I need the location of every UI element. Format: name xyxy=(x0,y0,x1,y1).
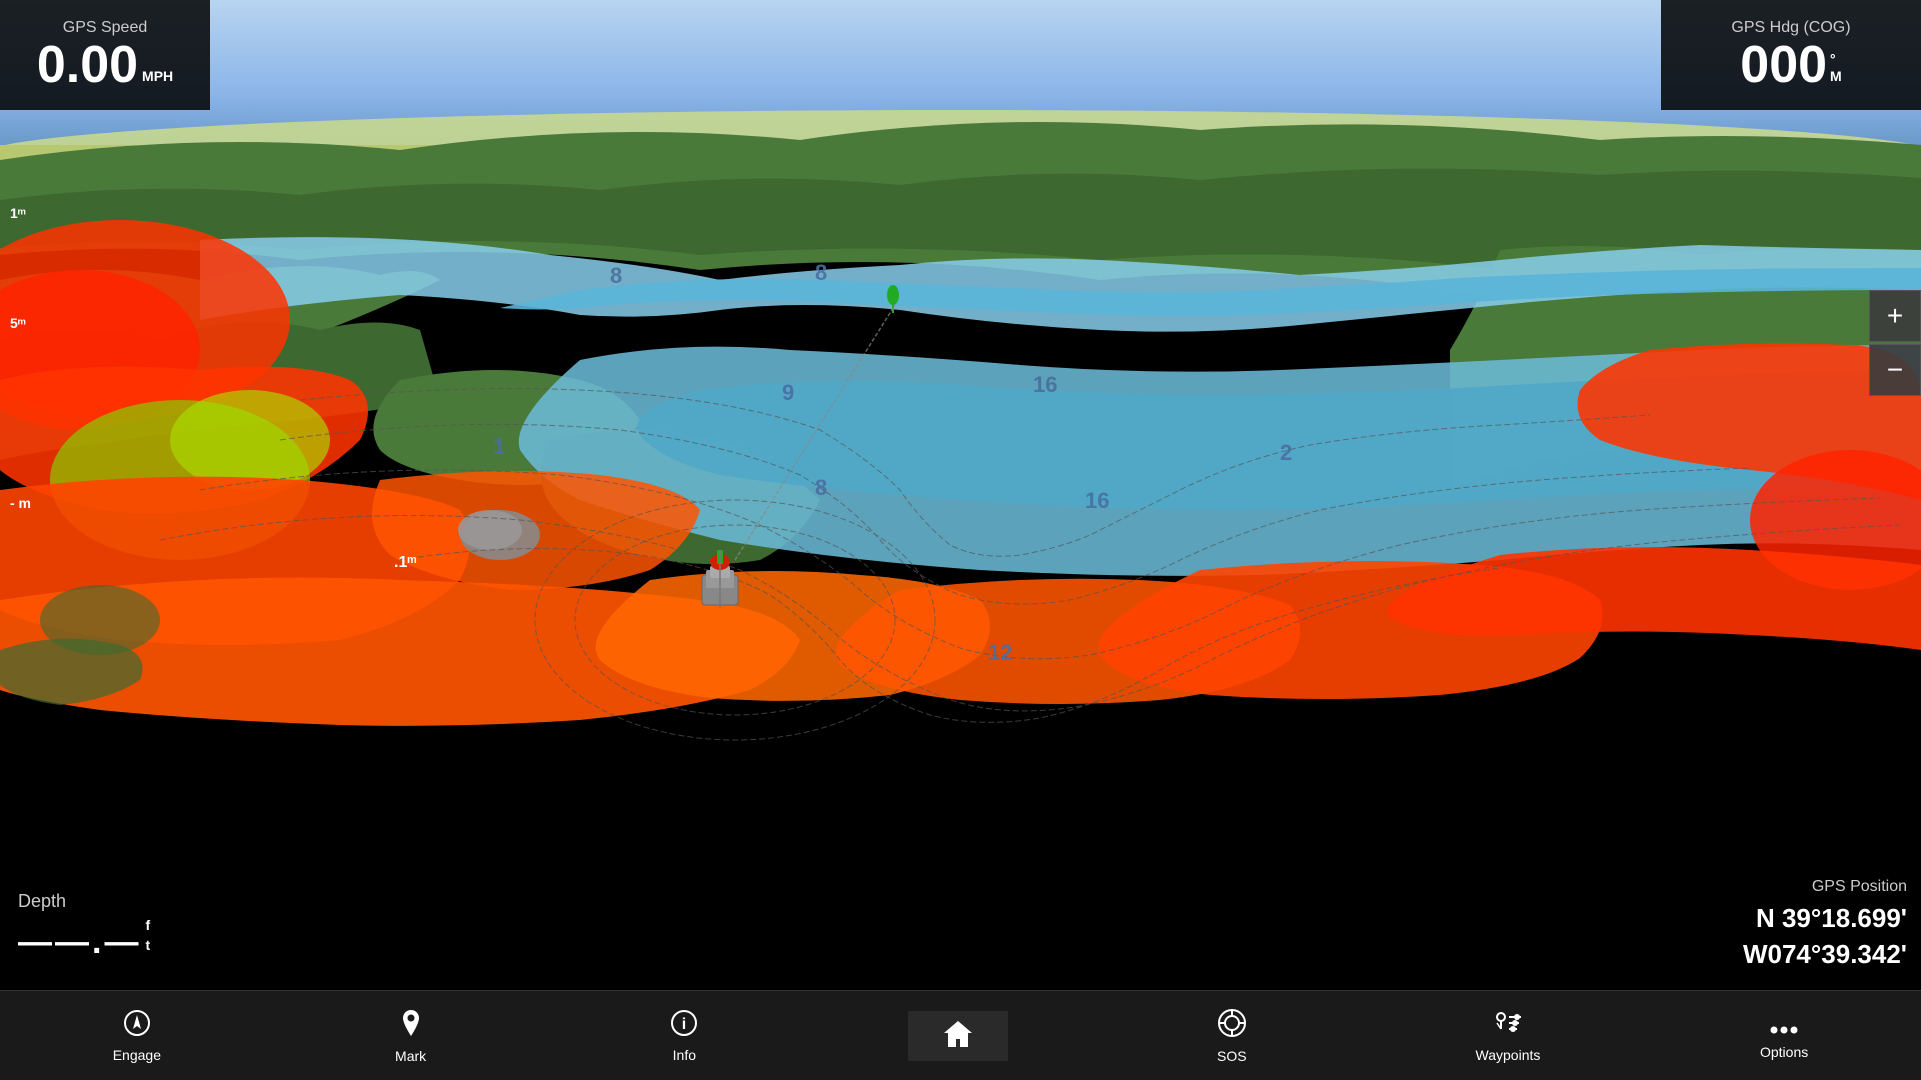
nav-waypoints[interactable]: Waypoints xyxy=(1456,1001,1561,1071)
gps-hdg-unit: ° M xyxy=(1830,51,1842,85)
gps-speed-unit: MPH xyxy=(142,68,173,85)
svg-text:1: 1 xyxy=(493,434,505,459)
zoom-out-button[interactable]: − xyxy=(1869,344,1921,396)
svg-text:1ᵐ: 1ᵐ xyxy=(10,205,26,221)
nav-home[interactable] xyxy=(908,1011,1008,1061)
depth-unit: f t xyxy=(145,916,150,955)
svg-text:16: 16 xyxy=(1085,488,1109,513)
gps-hdg-label: GPS Hdg (COG) xyxy=(1675,19,1907,37)
svg-text:2: 2 xyxy=(1280,440,1292,465)
waypoints-icon xyxy=(1493,1009,1523,1041)
gps-position-widget: GPS Position N 39°18.699' W074°39.342' xyxy=(1641,860,1921,990)
gps-hdg-widget: GPS Hdg (COG) 000 ° M xyxy=(1661,0,1921,110)
depth-widget: Depth ——.— f t xyxy=(0,860,210,990)
nav-sos-label: SOS xyxy=(1217,1048,1247,1064)
options-icon xyxy=(1770,1012,1798,1038)
nav-info[interactable]: i Info xyxy=(634,1001,734,1071)
svg-text:8: 8 xyxy=(815,260,827,285)
svg-text:8: 8 xyxy=(610,263,622,288)
zoom-in-button[interactable]: + xyxy=(1869,290,1921,342)
svg-text:8: 8 xyxy=(815,475,827,500)
sos-icon xyxy=(1217,1008,1247,1042)
map-view[interactable]: 8 8 9 16 1 8 2 16 12 1ᵐ 5ᵐ - m .1ᵐ xyxy=(0,0,1921,990)
gps-pos-label: GPS Position xyxy=(1655,878,1907,896)
engage-icon xyxy=(123,1009,151,1041)
svg-text:.1ᵐ: .1ᵐ xyxy=(394,554,416,571)
depth-value: ——.— xyxy=(18,925,141,959)
svg-text:i: i xyxy=(682,1016,686,1033)
gps-lon: W074°39.342' xyxy=(1655,936,1907,972)
home-icon xyxy=(942,1019,974,1053)
svg-text:- m: - m xyxy=(10,495,31,511)
nav-info-label: Info xyxy=(673,1047,696,1063)
gps-speed-widget: GPS Speed 0.00 MPH xyxy=(0,0,210,110)
nav-options-label: Options xyxy=(1760,1044,1808,1060)
gps-speed-value: 0.00 xyxy=(37,39,138,91)
nav-mark[interactable]: Mark xyxy=(361,1000,461,1072)
nav-waypoints-label: Waypoints xyxy=(1476,1047,1541,1063)
navbar: Engage Mark i Info xyxy=(0,990,1921,1080)
svg-text:12: 12 xyxy=(988,640,1012,665)
info-icon: i xyxy=(670,1009,698,1041)
gps-lat: N 39°18.699' xyxy=(1655,900,1907,936)
svg-text:16: 16 xyxy=(1033,372,1057,397)
gps-speed-label: GPS Speed xyxy=(14,19,196,37)
nav-sos[interactable]: SOS xyxy=(1182,1000,1282,1072)
zoom-controls: + − xyxy=(1869,290,1921,396)
nav-mark-label: Mark xyxy=(395,1048,426,1064)
svg-text:5ᵐ: 5ᵐ xyxy=(10,315,26,331)
nav-engage[interactable]: Engage xyxy=(87,1001,187,1071)
depth-label: Depth xyxy=(18,891,196,912)
nav-engage-label: Engage xyxy=(113,1047,161,1063)
nav-options[interactable]: Options xyxy=(1734,1004,1834,1068)
mark-icon xyxy=(397,1008,425,1042)
svg-text:9: 9 xyxy=(782,380,794,405)
gps-hdg-value: 000 xyxy=(1740,39,1827,91)
